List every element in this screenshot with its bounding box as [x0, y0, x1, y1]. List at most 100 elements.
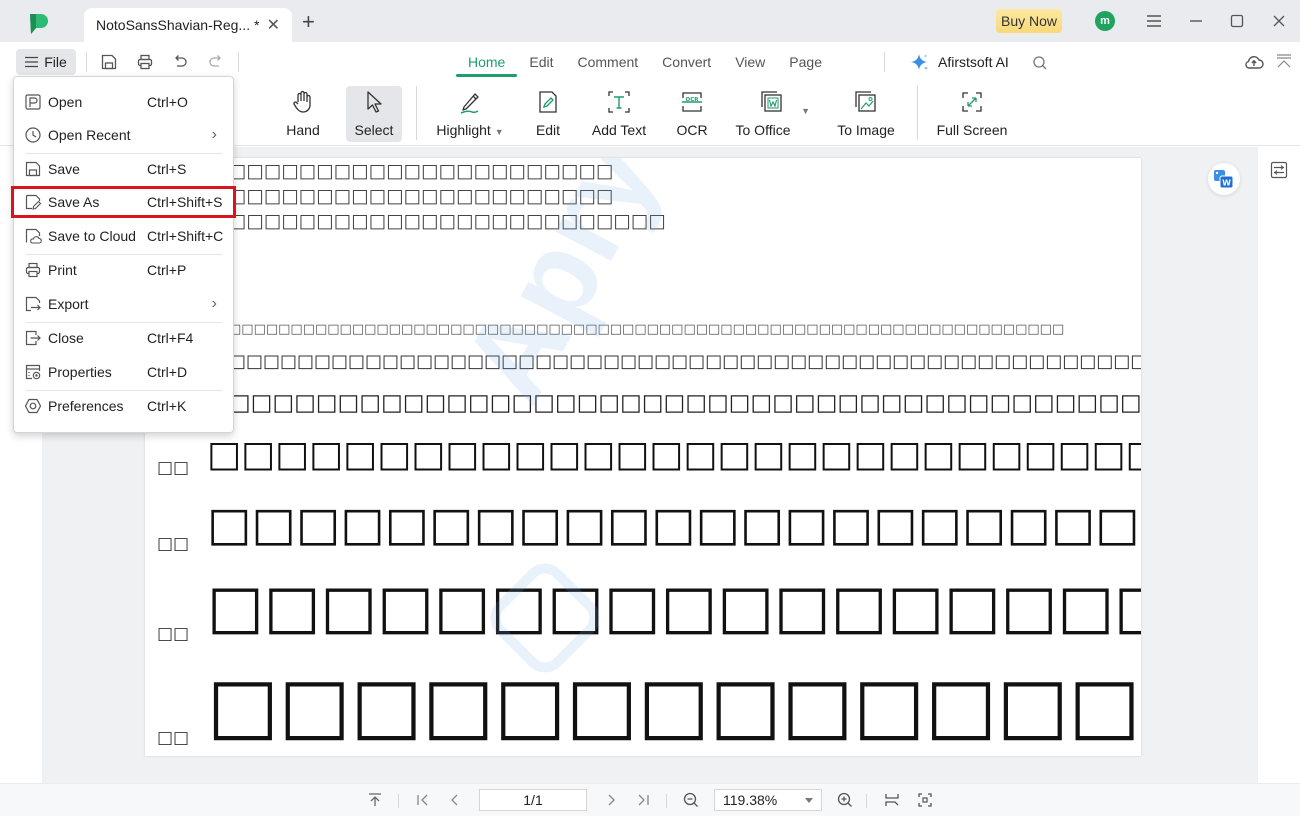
- zoom-out-icon[interactable]: [682, 791, 700, 809]
- menu-item-label: Save: [48, 161, 80, 177]
- buy-now-button[interactable]: Buy Now: [996, 9, 1062, 33]
- search-icon[interactable]: [1032, 55, 1048, 71]
- menu-item-save[interactable]: Save Ctrl+S: [14, 154, 233, 184]
- chevron-down-icon: [805, 798, 813, 803]
- to-office-icon: [761, 91, 782, 112]
- fit-page-icon[interactable]: [916, 791, 934, 809]
- tab-close-icon[interactable]: ✕: [267, 15, 280, 35]
- redo-icon[interactable]: [207, 53, 225, 71]
- to-office-dropdown-icon[interactable]: ▼: [801, 106, 810, 116]
- collapse-ribbon-icon[interactable]: [1276, 53, 1292, 71]
- undo-icon[interactable]: [171, 53, 189, 71]
- tab-edit[interactable]: Edit: [517, 42, 565, 82]
- menu-item-preferences[interactable]: Preferences Ctrl+K: [14, 391, 233, 421]
- ocr-button[interactable]: OCR OCR: [672, 86, 712, 142]
- fit-width-icon[interactable]: [883, 791, 901, 809]
- dropdown-caret-icon[interactable]: ▼: [495, 127, 504, 137]
- text-line: □□□□□□□□□□□□□□□□□□□□□□□□□□□□□□: [207, 660, 1141, 749]
- menu-item-save-to-cloud[interactable]: Save to Cloud Ctrl+Shift+C: [14, 221, 233, 251]
- to-image-icon: [855, 91, 876, 112]
- minimize-icon[interactable]: [1185, 10, 1207, 32]
- zoom-level-value: 119.38%: [723, 792, 778, 808]
- menu-item-shortcut: Ctrl+K: [147, 398, 187, 414]
- ai-label: Afirstsoft AI: [938, 54, 1009, 70]
- previous-page-icon[interactable]: [446, 791, 464, 809]
- line-label: □□: [157, 534, 190, 554]
- save-icon[interactable]: [100, 53, 118, 71]
- menu-item-shortcut: Ctrl+Shift+C: [147, 228, 224, 244]
- last-page-icon[interactable]: [634, 791, 652, 809]
- tab-comment[interactable]: Comment: [565, 42, 650, 82]
- divider: [86, 52, 87, 72]
- scroll-to-top-icon[interactable]: [366, 791, 384, 809]
- line-label: □□: [157, 624, 190, 644]
- menu-item-open-recent[interactable]: Open Recent ›: [14, 120, 233, 150]
- close-window-icon[interactable]: [1268, 10, 1290, 32]
- zoom-level-select[interactable]: 119.38%: [714, 789, 822, 811]
- sparkle-icon: [911, 54, 928, 70]
- menu-item-open[interactable]: Open Ctrl+O: [14, 87, 233, 117]
- highlight-tool-button[interactable]: Highlight ▼: [428, 86, 512, 142]
- divider: [917, 86, 918, 140]
- maximize-icon[interactable]: [1226, 10, 1248, 32]
- menu-item-label: Export: [48, 296, 89, 312]
- tab-page[interactable]: Page: [777, 42, 834, 82]
- document-tab[interactable]: NotoSansShavian-Reg... * ✕: [84, 8, 292, 42]
- svg-text:W: W: [1222, 179, 1231, 188]
- text-line: □□□□□□□□□□□□□□□□□□□□□□□□□□□□□□□□□□□□□□□□…: [229, 322, 1065, 337]
- properties-panel-icon[interactable]: [1270, 161, 1288, 179]
- open-icon: [25, 94, 41, 110]
- ai-assistant-button[interactable]: Afirstsoft AI: [910, 52, 1009, 72]
- menu-item-close[interactable]: Close Ctrl+F4: [14, 323, 233, 353]
- next-page-icon[interactable]: [602, 791, 620, 809]
- user-avatar[interactable]: m: [1095, 11, 1115, 31]
- close-file-icon: [25, 330, 41, 346]
- divider: [238, 52, 239, 72]
- tab-convert[interactable]: Convert: [650, 42, 723, 82]
- main-menu-icon[interactable]: [1143, 10, 1165, 32]
- edit-tool-button[interactable]: Edit: [528, 86, 568, 142]
- status-bar: 1/1 119.38%: [0, 783, 1300, 816]
- edit-tool-label: Edit: [535, 122, 561, 138]
- tab-home[interactable]: Home: [456, 42, 518, 82]
- select-tool-button[interactable]: Select: [346, 86, 402, 142]
- hand-icon: [293, 90, 311, 113]
- tab-view[interactable]: View: [723, 42, 777, 82]
- select-tool-label: Select: [354, 122, 394, 138]
- hand-tool-label: Hand: [286, 122, 320, 138]
- divider: [416, 86, 417, 140]
- translate-float-button[interactable]: W: [1208, 163, 1240, 195]
- properties-icon: [25, 364, 41, 380]
- divider: [866, 794, 867, 808]
- ribbon-tabs: Home Edit Comment Convert View Page: [456, 42, 834, 82]
- save-as-icon: [25, 194, 42, 210]
- add-text-label: Add Text: [591, 122, 647, 138]
- file-menu-button[interactable]: File: [16, 49, 76, 75]
- cloud-upload-icon[interactable]: [1244, 53, 1264, 71]
- menu-item-label: Preferences: [48, 398, 124, 414]
- chevron-right-icon: ›: [211, 126, 217, 143]
- to-image-button[interactable]: To Image: [832, 86, 900, 142]
- full-screen-button[interactable]: Full Screen: [934, 86, 1010, 142]
- menu-item-properties[interactable]: Properties Ctrl+D: [14, 357, 233, 387]
- to-office-button[interactable]: To Office ▼: [728, 86, 816, 142]
- divider: [884, 52, 885, 72]
- print-icon[interactable]: [136, 53, 154, 71]
- add-text-button[interactable]: Add Text: [584, 86, 654, 142]
- text-line: □□□□□□□□□□□□□□□□□□□□□□□□□: [229, 211, 666, 232]
- menu-item-export[interactable]: Export ›: [14, 289, 233, 319]
- menu-item-print[interactable]: Print Ctrl+P: [14, 255, 233, 285]
- menu-item-save-as[interactable]: Save As Ctrl+Shift+S: [11, 186, 236, 218]
- divider: [398, 794, 399, 808]
- new-tab-button[interactable]: +: [302, 11, 315, 33]
- save-icon: [25, 161, 41, 177]
- text-line: □□□□□□□□□□□□□□□□□□□□□□□□□□□□□□□□□□□□□□□□…: [207, 434, 1141, 475]
- hand-tool-button[interactable]: Hand: [278, 86, 328, 142]
- file-dropdown-menu: Open Ctrl+O Open Recent › Save Ctrl+S Sa…: [11, 76, 236, 433]
- page-number-input[interactable]: 1/1: [479, 789, 587, 811]
- svg-text:OCR: OCR: [686, 97, 700, 103]
- first-page-icon[interactable]: [414, 791, 432, 809]
- zoom-in-icon[interactable]: [836, 791, 854, 809]
- save-cloud-icon: [25, 228, 42, 244]
- divider: [666, 794, 667, 808]
